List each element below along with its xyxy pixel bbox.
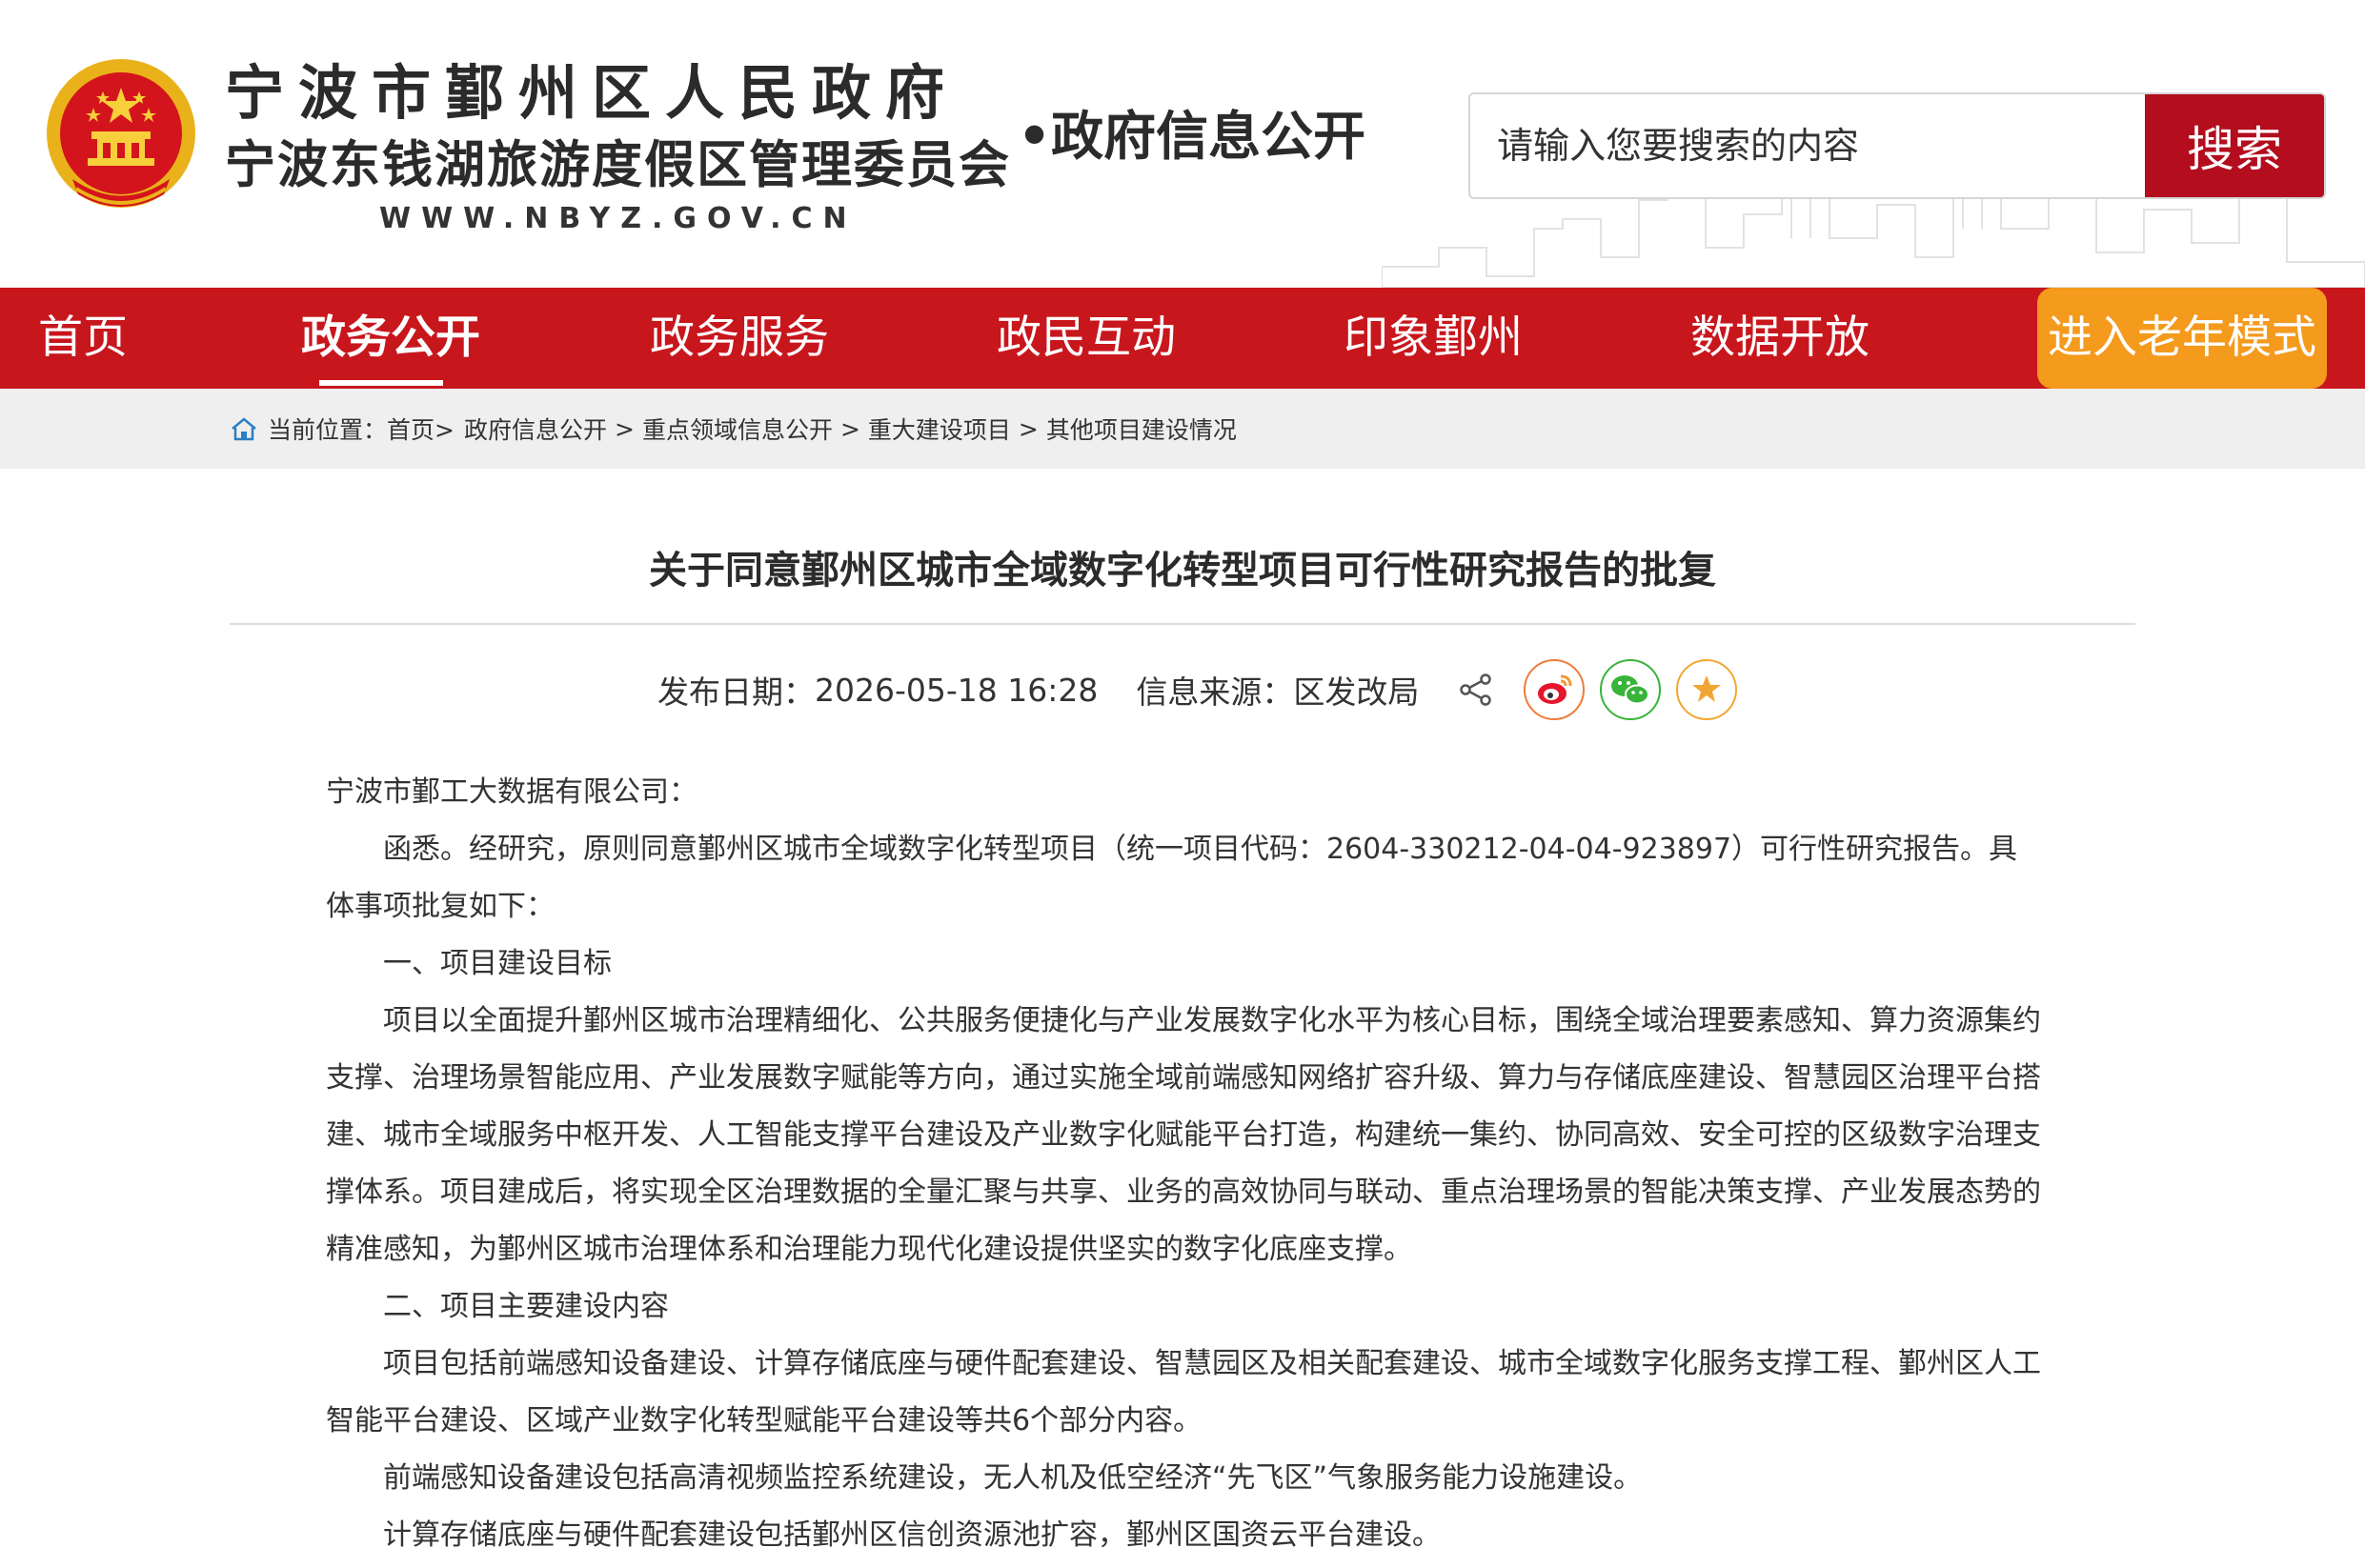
nav-item-home[interactable]: 首页 [38,288,128,389]
nav-item-gov-affairs-open[interactable]: 政务公开 [301,288,480,389]
search-input[interactable] [1470,94,2145,197]
breadcrumb-key-areas[interactable]: 重点领域信息公开 [642,412,833,446]
site-title-secondary: 宁波东钱湖旅游度假区管理委员会 [225,135,1011,194]
wechat-icon [1611,675,1650,705]
site-header: 宁波市鄞州区人民政府 宁波东钱湖旅游度假区管理委员会 WWW.NBYZ.GOV.… [0,0,2365,288]
weibo-icon [1538,674,1572,704]
weibo-share-button[interactable] [1524,659,1586,720]
share-icon[interactable] [1457,671,1495,709]
breadcrumb-separator: > [1018,414,1039,443]
source-label: 信息来源： [1136,673,1294,711]
title-divider [230,623,2135,625]
article-addressee: 宁波市鄞工大数据有限公司： [326,775,697,809]
nav-item-open-data[interactable]: 数据开放 [1690,288,1870,389]
elder-mode-button[interactable]: 进入老年模式 [2037,288,2327,389]
wechat-share-button[interactable] [1600,659,1662,720]
home-icon [232,417,256,441]
article-paragraph: 函悉。经研究，原则同意鄞州区城市全域数字化转型项目（统一项目代码：2604-33… [326,833,2018,923]
article-paragraph: 计算存储底座与硬件配套建设包括鄞州区信创资源池扩容，鄞州区国资云平台建设。 [383,1518,1441,1552]
article-section-heading: 二、项目主要建设内容 [383,1290,669,1323]
breadcrumb-separator: > [614,414,635,443]
publish-date: 2026-05-18 16:28 [815,671,1099,709]
article-body: 宁波市鄞工大数据有限公司： 函悉。经研究，原则同意鄞州区城市全域数字化转型项目（… [326,764,2041,1564]
article-meta: 发布日期： 2026-05-18 16:28 信息来源： 区发改局 [657,657,1738,722]
breadcrumb-home[interactable]: 首页> [387,412,455,446]
breadcrumb-info-open[interactable]: 政府信息公开 [464,412,607,446]
nav-item-gov-services[interactable]: 政务服务 [650,288,829,389]
publish-date-label: 发布日期： [657,673,815,711]
main-nav: 首页 政务公开 政务服务 政民互动 印象鄞州 数据开放 进入老年模式 [0,288,2365,389]
article-paragraph: 项目以全面提升鄞州区城市治理精细化、公共服务便捷化与产业发展数字化水平为核心目标… [326,1004,2041,1266]
star-icon [1692,675,1722,702]
search-button[interactable]: 搜索 [2145,94,2324,197]
site-title-block: 宁波市鄞州区人民政府 宁波东钱湖旅游度假区管理委员会 WWW.NBYZ.GOV.… [225,55,1011,235]
site-subtitle: •政府信息公开 [1018,105,1366,167]
breadcrumb-separator: > [839,414,860,443]
breadcrumb-other-projects[interactable]: 其他项目建设情况 [1046,412,1237,446]
national-emblem-icon [47,59,195,208]
site-url: WWW.NBYZ.GOV.CN [379,202,858,235]
article-section-heading: 一、项目建设目标 [383,947,612,980]
source-value: 区发改局 [1293,673,1420,711]
article-paragraph: 前端感知设备建设包括高清视频监控系统建设，无人机及低空经济“先飞区”气象服务能力… [383,1461,1643,1495]
nav-active-underline [319,380,443,386]
site-title-primary: 宁波市鄞州区人民政府 [225,58,960,128]
article-title: 关于同意鄞州区城市全域数字化转型项目可行性研究报告的批复 [649,549,1716,593]
article-paragraph: 项目包括前端感知设备建设、计算存储底座与硬件配套建设、智慧园区及相关配套建设、城… [326,1347,2041,1437]
breadcrumb: 当前位置： 首页> 政府信息公开 > 重点领域信息公开 > 重大建设项目 > 其… [0,389,2365,469]
favorite-button[interactable] [1676,659,1738,720]
breadcrumb-prefix: 当前位置： [268,416,388,444]
nav-item-impression[interactable]: 印象鄞州 [1344,288,1523,389]
breadcrumb-major-projects[interactable]: 重大建设项目 [868,412,1011,446]
nav-item-interaction[interactable]: 政民互动 [997,288,1176,389]
search-box: 搜索 [1468,92,2326,199]
